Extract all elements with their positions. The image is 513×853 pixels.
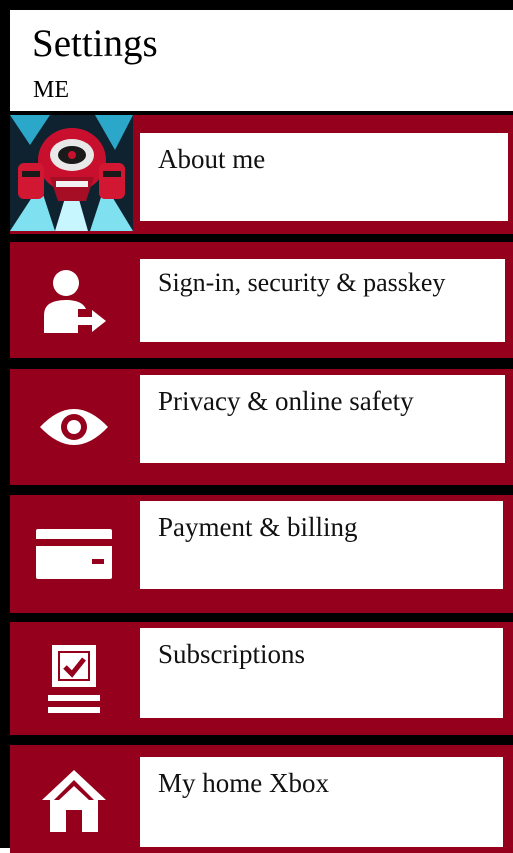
menu-item-payment-billing[interactable]: Payment & billing xyxy=(10,495,513,613)
menu-item-subscriptions[interactable]: Subscriptions xyxy=(10,622,513,735)
settings-header: Settings ME xyxy=(10,10,513,111)
menu-item-label-box: My home Xbox xyxy=(140,757,503,847)
menu-item-label: Subscriptions xyxy=(158,639,306,669)
menu-item-label: My home Xbox xyxy=(158,768,329,798)
menu-item-label: Privacy & online safety xyxy=(158,386,414,416)
avatar xyxy=(10,115,133,231)
menu-item-label-box: Subscriptions xyxy=(140,628,503,718)
menu-item-label: Sign-in, security & passkey xyxy=(158,268,446,297)
credit-card-icon xyxy=(10,495,138,613)
user-signin-icon xyxy=(10,242,138,358)
eye-icon xyxy=(10,369,138,485)
page-subtitle: ME xyxy=(33,77,69,103)
checklist-icon xyxy=(10,622,138,735)
menu-item-about-me[interactable]: About me xyxy=(10,115,513,234)
menu-item-label: Payment & billing xyxy=(158,512,358,542)
menu-item-privacy[interactable]: Privacy & online safety xyxy=(10,369,513,485)
menu-item-sign-in-security[interactable]: Sign-in, security & passkey xyxy=(10,242,513,358)
menu-item-label-box: Privacy & online safety xyxy=(140,375,505,463)
menu-item-label-box: Payment & billing xyxy=(140,501,503,589)
settings-panel: Settings ME About me Sign-in, security &… xyxy=(0,0,513,853)
menu-item-label: About me xyxy=(158,144,266,174)
menu-item-my-home-xbox[interactable]: My home Xbox xyxy=(10,745,513,853)
menu-item-label-box: Sign-in, security & passkey xyxy=(140,259,505,342)
page-title: Settings xyxy=(32,22,158,65)
home-icon xyxy=(10,745,138,853)
menu-item-label-box: About me xyxy=(140,133,508,221)
